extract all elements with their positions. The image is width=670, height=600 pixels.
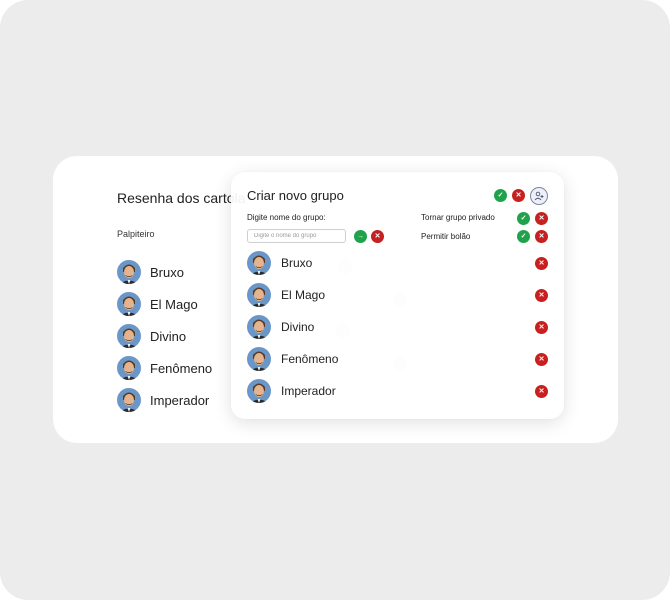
- list-item: Fenômeno: [117, 355, 212, 381]
- group-name-input[interactable]: [247, 229, 346, 243]
- member-row: Divino: [247, 315, 314, 339]
- member-row: Imperador: [247, 379, 336, 403]
- avatar: [247, 251, 271, 275]
- member-name: Fenômeno: [281, 352, 339, 366]
- check-icon: ✓: [520, 233, 527, 240]
- create-group-modal: Criar novo grupo ✓ ✕ Digite nome do grup…: [231, 172, 564, 419]
- pool-label: Permitir bolão: [421, 232, 471, 241]
- avatar: [117, 292, 141, 316]
- outer-frame: Resenha dos cartola Palpiteiro Bruxo El …: [0, 0, 670, 600]
- member-name: Imperador: [281, 384, 336, 398]
- avatar: [247, 283, 271, 307]
- x-icon: ✕: [538, 233, 545, 240]
- x-icon: ✕: [538, 260, 545, 267]
- check-icon: ✓: [497, 192, 504, 199]
- x-icon: ✕: [538, 215, 545, 222]
- list-item: Divino: [117, 323, 186, 349]
- group-name-label: Digite nome do grupo:: [247, 213, 326, 222]
- x-icon: ✕: [538, 356, 545, 363]
- player-name: El Mago: [150, 296, 198, 312]
- confirm-button[interactable]: ✓: [494, 189, 507, 202]
- list-item: El Mago: [117, 291, 198, 317]
- member-name: El Mago: [281, 288, 326, 302]
- list-item: Imperador: [117, 387, 209, 413]
- private-yes-button[interactable]: ✓: [517, 212, 530, 225]
- player-name: Fenômeno: [150, 360, 213, 376]
- column-header-palpiteiro: Palpiteiro: [117, 229, 155, 239]
- remove-member-button[interactable]: ✕: [535, 385, 548, 398]
- add-user-button[interactable]: [530, 187, 548, 205]
- group-title: Resenha dos cartola: [117, 190, 246, 206]
- member-row: El Mago: [247, 283, 325, 307]
- clear-name-button[interactable]: ✕: [371, 230, 384, 243]
- pool-no-button[interactable]: ✕: [535, 230, 548, 243]
- remove-member-button[interactable]: ✕: [535, 289, 548, 302]
- player-name: Imperador: [150, 392, 210, 408]
- submit-name-button[interactable]: →: [354, 230, 367, 243]
- member-name: Bruxo: [281, 256, 313, 270]
- cancel-button[interactable]: ✕: [512, 189, 525, 202]
- private-group-label: Tornar grupo privado: [421, 213, 495, 222]
- x-icon: ✕: [538, 324, 545, 331]
- member-row: Fenômeno: [247, 347, 338, 371]
- avatar: [117, 260, 141, 284]
- x-icon: ✕: [538, 292, 545, 299]
- remove-member-button[interactable]: ✕: [535, 353, 548, 366]
- avatar: [247, 379, 271, 403]
- user-plus-icon: [534, 191, 544, 201]
- avatar: [117, 324, 141, 348]
- x-icon: ✕: [515, 192, 522, 199]
- remove-member-button[interactable]: ✕: [535, 257, 548, 270]
- player-name: Divino: [150, 328, 187, 344]
- modal-title: Criar novo grupo: [247, 188, 344, 203]
- remove-member-button[interactable]: ✕: [535, 321, 548, 334]
- avatar: [247, 315, 271, 339]
- private-no-button[interactable]: ✕: [535, 212, 548, 225]
- avatar: [117, 356, 141, 380]
- x-icon: ✕: [374, 233, 381, 240]
- check-icon: ✓: [520, 215, 527, 222]
- pool-yes-button[interactable]: ✓: [517, 230, 530, 243]
- list-item: Bruxo: [117, 259, 184, 285]
- player-name: Bruxo: [150, 264, 184, 280]
- arrow-right-icon: →: [357, 233, 364, 240]
- avatar: [247, 347, 271, 371]
- member-row: Bruxo: [247, 251, 312, 275]
- member-name: Divino: [281, 320, 315, 334]
- avatar: [117, 388, 141, 412]
- x-icon: ✕: [538, 388, 545, 395]
